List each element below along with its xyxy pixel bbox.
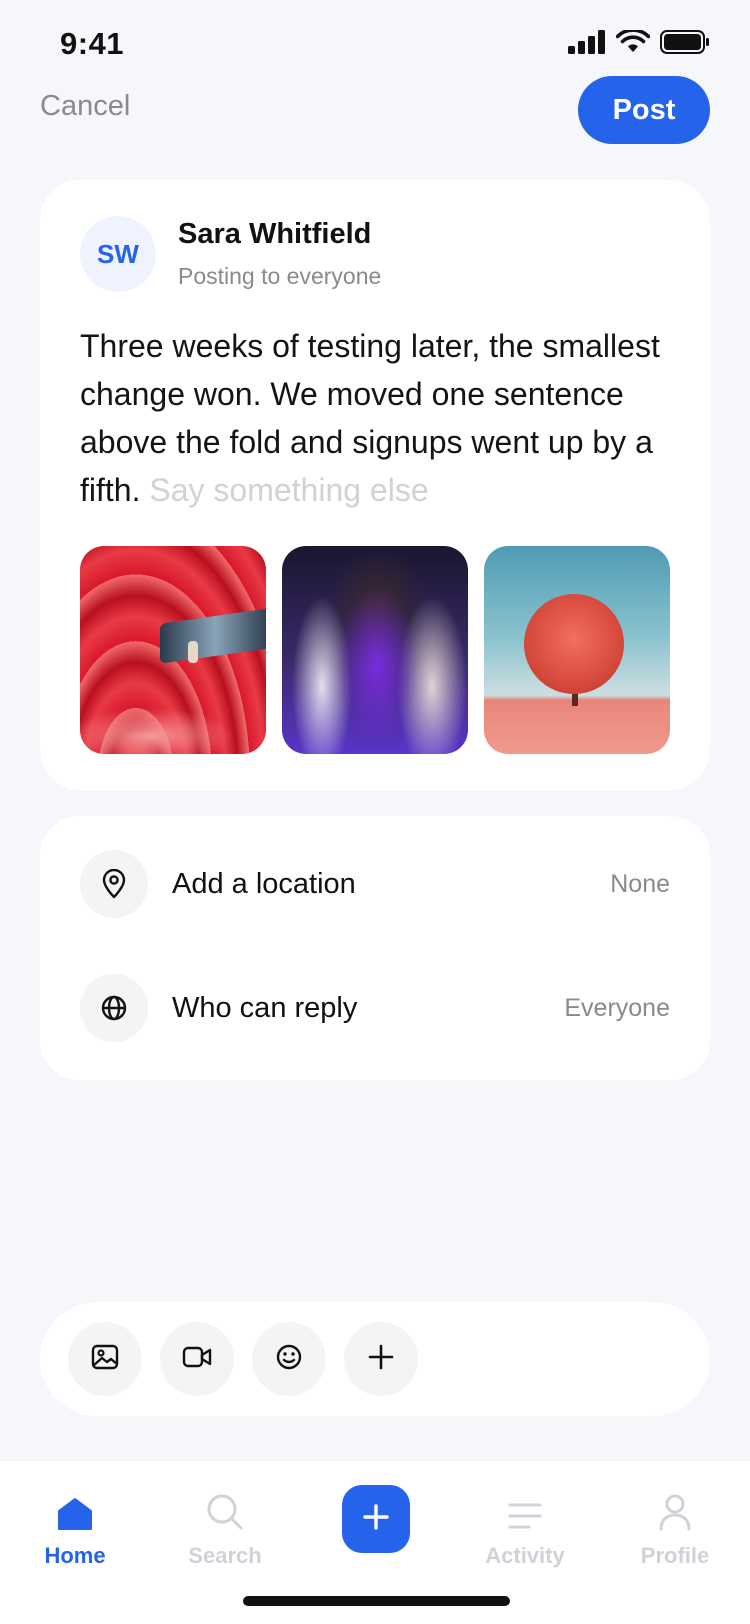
location-pin-icon — [80, 850, 148, 918]
wifi-icon — [615, 28, 651, 59]
profile-icon — [615, 1485, 735, 1531]
location-value: None — [610, 869, 670, 898]
globe-icon — [80, 974, 148, 1042]
post-body-placeholder: Say something else — [149, 472, 429, 508]
post-body-input[interactable]: Three weeks of testing later, the smalle… — [80, 322, 680, 514]
window-band — [160, 608, 266, 664]
status-icons — [568, 28, 710, 59]
compose-card: SW Sara Whitfield Posting to everyone Th… — [40, 180, 710, 790]
emoji-icon — [275, 1343, 303, 1376]
image-icon — [91, 1344, 119, 1375]
reply-audience-value: Everyone — [564, 993, 670, 1022]
add-emoji-button[interactable] — [252, 1322, 326, 1396]
search-icon — [165, 1485, 285, 1531]
tab-profile[interactable]: Profile — [615, 1485, 735, 1569]
status-time: 9:41 — [60, 26, 125, 61]
compose-header: Cancel Post — [0, 76, 750, 146]
activity-icon — [465, 1485, 585, 1531]
battery-icon — [660, 30, 710, 59]
attachment-toolbar — [40, 1302, 710, 1416]
tab-search[interactable]: Search — [165, 1485, 285, 1569]
dancers-motion-photo[interactable] — [282, 546, 468, 754]
more-attachments-button[interactable] — [344, 1322, 418, 1396]
video-icon — [182, 1345, 212, 1374]
add-image-button[interactable] — [68, 1322, 142, 1396]
plus-icon — [362, 1503, 390, 1536]
create-post-button[interactable] — [342, 1485, 410, 1553]
attached-images — [80, 546, 670, 754]
post-button[interactable]: Post — [578, 76, 710, 144]
red-architecture-photo[interactable] — [80, 546, 266, 754]
post-options-card: Add a location None Who can reply Everyo… — [40, 816, 710, 1080]
who-can-reply-row[interactable]: Who can reply Everyone — [80, 974, 670, 1042]
tab-home[interactable]: Home — [15, 1485, 135, 1569]
cancel-button[interactable]: Cancel — [40, 90, 130, 123]
audience-label: Posting to everyone — [178, 263, 382, 289]
author-name: Sara Whitfield — [178, 218, 372, 250]
add-location-label: Add a location — [172, 867, 356, 900]
avatar: SW — [80, 216, 156, 292]
tree-crown — [524, 594, 624, 694]
tab-activity-label: Activity — [485, 1543, 565, 1568]
who-can-reply-label: Who can reply — [172, 991, 358, 1024]
person-figure — [188, 641, 198, 663]
home-icon — [15, 1485, 135, 1531]
add-video-button[interactable] — [160, 1322, 234, 1396]
tab-home-label: Home — [44, 1543, 106, 1568]
add-location-row[interactable]: Add a location None — [80, 850, 670, 918]
tab-search-label: Search — [188, 1543, 262, 1568]
home-indicator — [243, 1596, 510, 1606]
plus-icon — [368, 1344, 394, 1375]
tab-activity[interactable]: Activity — [465, 1485, 585, 1569]
red-tree-field-photo[interactable] — [484, 546, 670, 754]
tab-profile-label: Profile — [640, 1543, 710, 1568]
compose-screen: 9:41 Cancel Post SW Sara Whitfield Posti… — [0, 0, 750, 1624]
cellular-signal-icon — [568, 30, 606, 59]
